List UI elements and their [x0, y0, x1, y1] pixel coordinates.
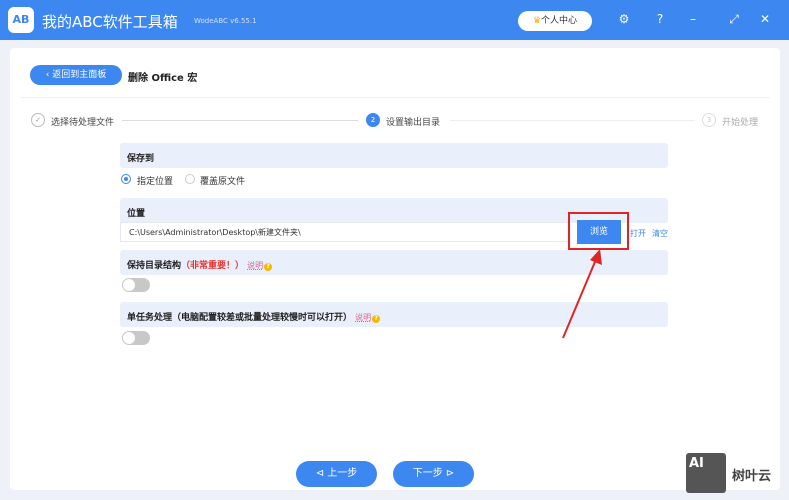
- close-icon[interactable]: ✕: [757, 12, 773, 26]
- maximize-icon[interactable]: ⤢: [726, 12, 742, 27]
- watermark-text: 树叶云: [732, 469, 772, 484]
- back-label: 返回到主面板: [52, 70, 107, 80]
- step-2-indicator: 2: [366, 113, 380, 127]
- chevron-left-circle-icon: ⊲: [315, 468, 328, 479]
- app-version: WodeABC v6.55.1: [194, 17, 257, 25]
- step-3-label: 开始处理: [722, 118, 759, 128]
- next-step-button[interactable]: 下一步 ⊳: [393, 461, 474, 487]
- clear-link[interactable]: 清空: [652, 228, 668, 239]
- question-icon: ?: [372, 315, 381, 323]
- keep-structure-help-link[interactable]: 说明: [247, 261, 263, 270]
- divider: [20, 97, 770, 98]
- watermark-logo: AI: [686, 453, 726, 493]
- user-center-label: 个人中心: [541, 16, 578, 26]
- crown-icon: ♛: [532, 16, 542, 26]
- single-task-toggle[interactable]: [122, 331, 150, 345]
- step-3-indicator: 3: [702, 113, 716, 127]
- previous-step-button[interactable]: ⊲ 上一步: [296, 461, 377, 487]
- next-step-label: 下一步: [412, 468, 443, 479]
- single-task-help-link[interactable]: 说明: [355, 313, 371, 322]
- back-to-main-button[interactable]: ‹ 返回到主面板: [30, 65, 122, 85]
- app-title: 我的ABC软件工具箱: [42, 13, 178, 31]
- question-icon: ?: [264, 263, 273, 271]
- open-link[interactable]: 打开: [630, 228, 646, 239]
- radio-specified-location-label: 指定位置: [137, 177, 174, 187]
- keep-structure-label: 保持目录结构: [127, 261, 182, 271]
- save-to-header: 保存到: [120, 143, 668, 168]
- step-2-label: 设置输出目录: [386, 118, 441, 128]
- step-1-label: 选择待处理文件: [51, 118, 115, 128]
- settings-icon[interactable]: ⚙: [616, 12, 632, 26]
- step-1-check-icon: ✓: [31, 113, 45, 127]
- radio-specified-location[interactable]: [121, 174, 131, 184]
- red-arrow-annotation: [562, 249, 602, 339]
- minimize-icon[interactable]: –: [685, 12, 701, 26]
- keep-structure-warning: （非常重要！）: [181, 261, 245, 271]
- app-logo: AB: [8, 7, 34, 33]
- single-task-label: 单任务处理（电脑配置较差或批量处理较慢时可以打开）: [127, 313, 353, 323]
- radio-overwrite-original-label: 覆盖原文件: [200, 177, 246, 187]
- previous-step-label: 上一步: [327, 468, 358, 479]
- radio-overwrite-original[interactable]: [185, 174, 195, 184]
- help-icon[interactable]: ?: [652, 12, 668, 26]
- keep-structure-toggle[interactable]: [122, 278, 150, 292]
- chevron-right-circle-icon: ⊳: [442, 468, 455, 479]
- page-title: 删除 Office 宏: [128, 73, 198, 84]
- step-connector: [450, 120, 695, 121]
- user-center-button[interactable]: ♛个人中心: [518, 11, 592, 31]
- location-path-input[interactable]: C:\Users\Administrator\Desktop\新建文件夹\: [120, 222, 570, 242]
- step-connector: [122, 120, 358, 121]
